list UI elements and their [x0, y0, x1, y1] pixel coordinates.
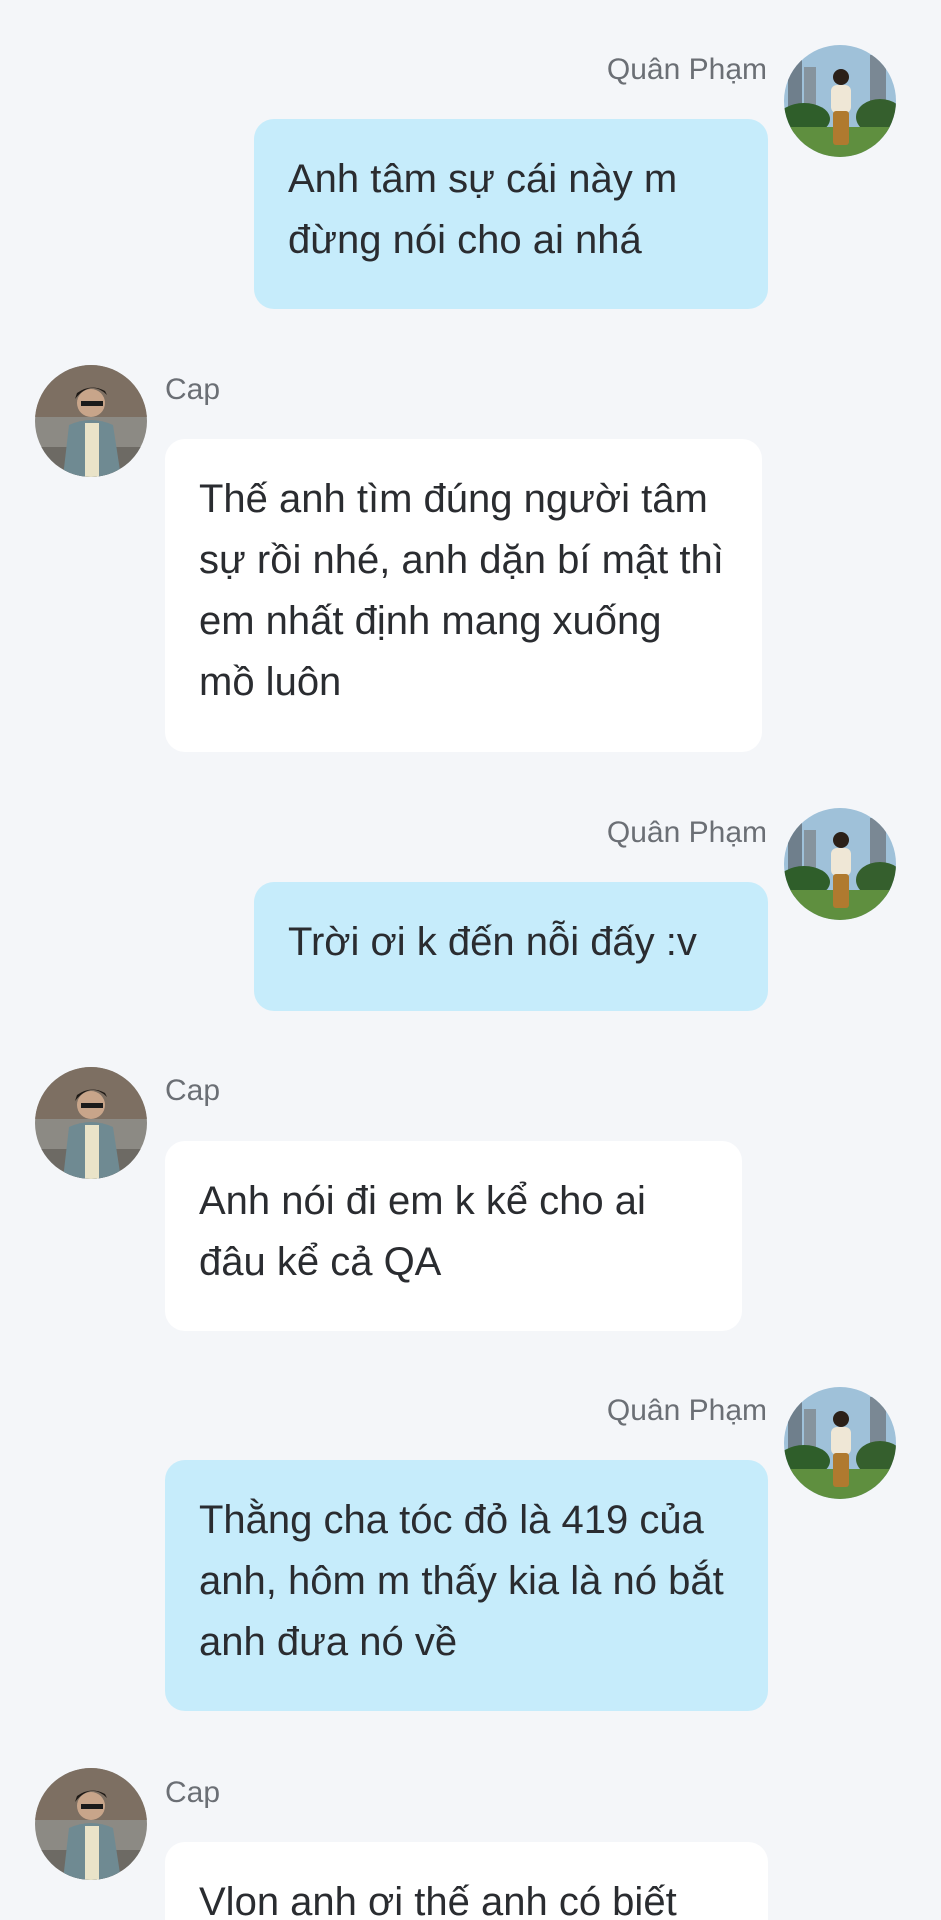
- message-bubble[interactable]: Vlon anh ơi thế anh có biết: [165, 1842, 768, 1920]
- avatar-me-2[interactable]: [784, 808, 896, 920]
- avatar-me-1[interactable]: [784, 45, 896, 157]
- man-standing-photo-avatar-icon: [784, 808, 896, 920]
- message-bubble[interactable]: Trời ơi k đến nỗi đấy :v: [254, 882, 768, 1011]
- sender-name: Quân Phạm: [606, 1394, 767, 1427]
- sender-name: Quân Phạm: [606, 53, 767, 86]
- message-bubble[interactable]: Thế anh tìm đúng người tâm sự rồi nhé, a…: [165, 439, 762, 752]
- avatar-me-3[interactable]: [784, 1387, 896, 1499]
- avatar-other-2[interactable]: [35, 1067, 147, 1179]
- avatar-other-3[interactable]: [35, 1768, 147, 1880]
- man-in-jacket-photo-avatar-icon: [35, 1768, 147, 1880]
- man-standing-photo-avatar-icon: [784, 1387, 896, 1499]
- avatar-other-1[interactable]: [35, 365, 147, 477]
- man-standing-photo-avatar-icon: [784, 45, 896, 157]
- message-bubble[interactable]: Thằng cha tóc đỏ là 419 của anh, hôm m t…: [165, 1460, 768, 1711]
- sender-name: Cap: [165, 1074, 221, 1107]
- message-bubble[interactable]: Anh nói đi em k kể cho ai đâu kể cả QA: [165, 1141, 742, 1331]
- message-bubble[interactable]: Anh tâm sự cái này m đừng nói cho ai nhá: [254, 119, 768, 309]
- sender-name: Cap: [165, 1776, 221, 1809]
- sender-name: Cap: [165, 373, 221, 406]
- sender-name: Quân Phạm: [606, 816, 767, 849]
- man-in-jacket-photo-avatar-icon: [35, 1067, 147, 1179]
- man-in-jacket-photo-avatar-icon: [35, 365, 147, 477]
